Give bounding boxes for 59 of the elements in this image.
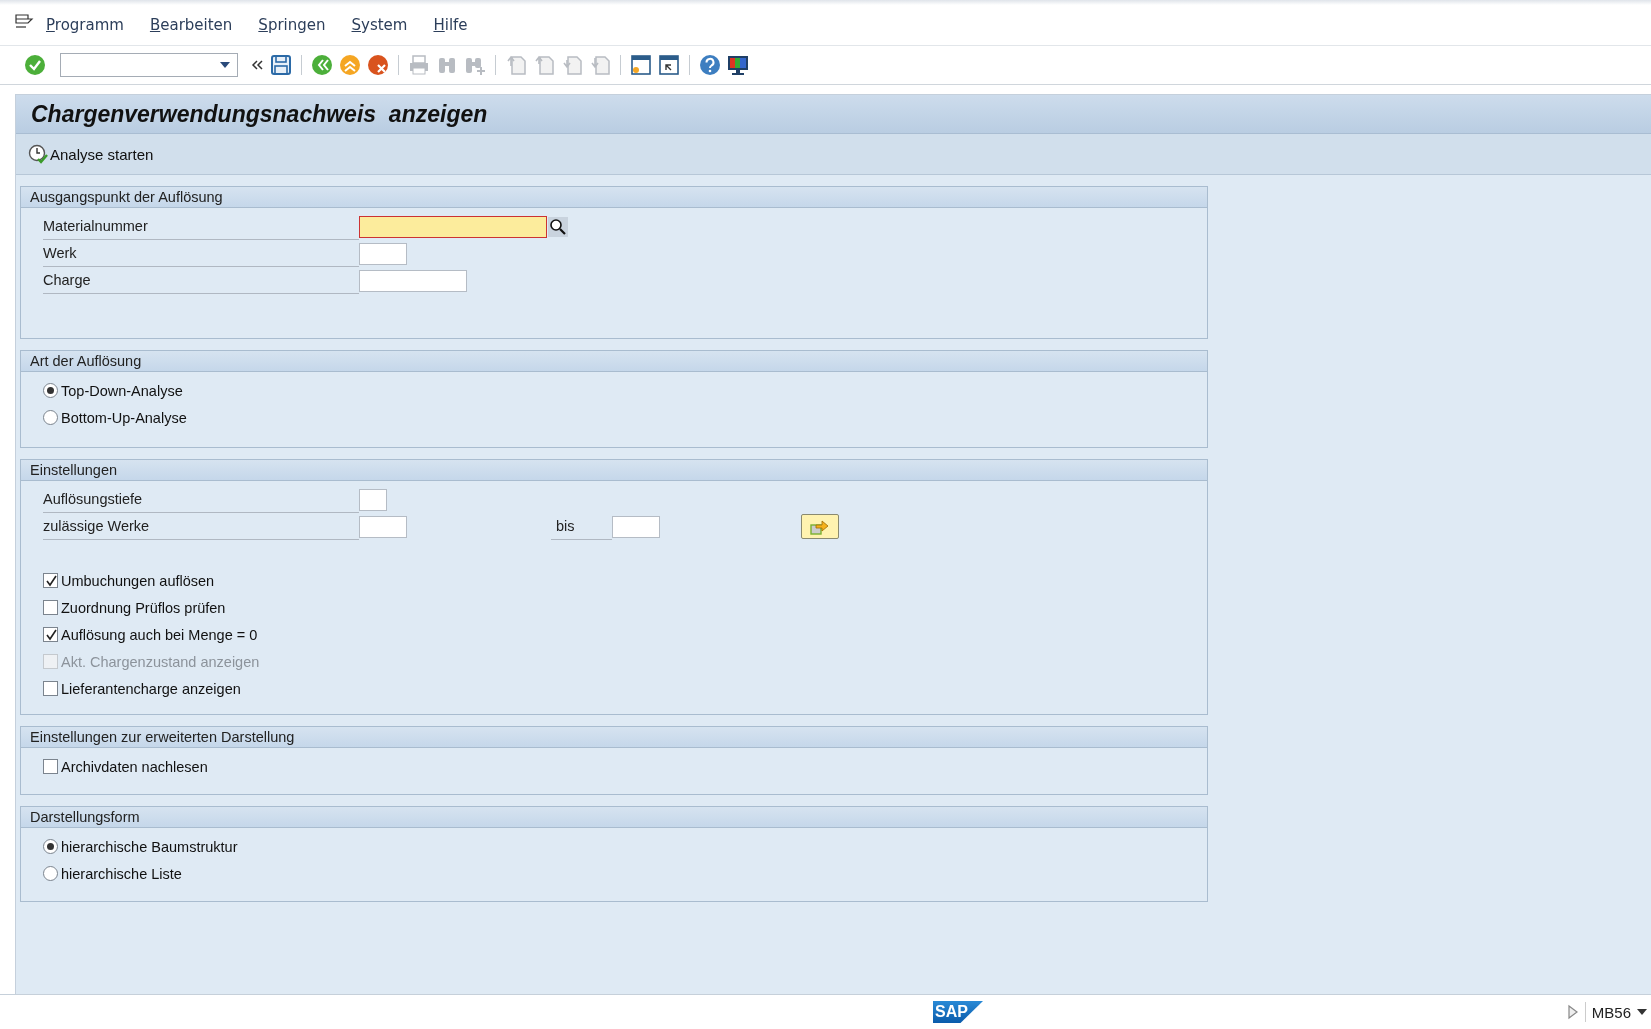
input-field[interactable]	[359, 488, 387, 511]
group-title: Art der Auflösung	[21, 351, 1207, 372]
search-icon[interactable]	[548, 216, 568, 237]
group-title: Einstellungen zur erweiterten Darstellung	[21, 727, 1207, 748]
last-page-icon	[589, 54, 611, 76]
menu-icon[interactable]	[14, 13, 34, 29]
command-field[interactable]	[60, 53, 238, 77]
back-icon[interactable]	[311, 54, 333, 76]
radio-option[interactable]: Top-Down-Analyse	[43, 382, 183, 399]
required-input-field[interactable]	[359, 215, 547, 238]
radio-option[interactable]: hierarchische Baumstruktur	[43, 838, 238, 855]
print-icon	[408, 54, 430, 76]
radio-option[interactable]: hierarchische Liste	[43, 865, 182, 882]
save-icon[interactable]	[270, 54, 292, 76]
group-title: Einstellungen	[21, 460, 1207, 481]
arrow-right-icon	[810, 518, 830, 535]
menu-item[interactable]: Bearbeiten	[149, 16, 233, 34]
clock-check-icon	[28, 144, 48, 164]
multiple-selection-button[interactable]	[801, 514, 839, 539]
checkbox-option[interactable]: Zuordnung Prüflos prüfen	[43, 599, 226, 616]
checkmark-icon	[44, 628, 57, 641]
radio-option[interactable]: Bottom-Up-Analyse	[43, 409, 187, 426]
monitor-icon[interactable]	[727, 54, 749, 76]
input-field[interactable]	[359, 269, 467, 292]
field-label: zulässige Werke	[43, 513, 359, 540]
new-window-icon[interactable]	[630, 54, 652, 76]
checkbox-option[interactable]: Umbuchungen auflösen	[43, 572, 215, 589]
field-label: Charge	[43, 267, 359, 294]
input-field[interactable]	[612, 515, 660, 538]
enter-icon[interactable]	[24, 54, 46, 76]
menu-item[interactable]: Springen	[258, 16, 326, 34]
double-chevron-icon[interactable]	[250, 58, 264, 72]
dropdown-icon[interactable]	[1637, 1008, 1647, 1016]
next-page-icon	[561, 54, 583, 76]
checkmark-icon	[44, 574, 57, 587]
input-field[interactable]	[359, 515, 407, 538]
play-icon[interactable]	[1566, 1004, 1579, 1020]
dropdown-icon[interactable]	[219, 61, 231, 69]
field-label: Auflösungstiefe	[43, 486, 359, 513]
menu-item[interactable]: Hilfe	[433, 16, 468, 34]
field-label: Werk	[43, 240, 359, 267]
field-label: Materialnummer	[43, 213, 359, 240]
group-title: Ausgangspunkt der Auflösung	[21, 187, 1207, 208]
shortcut-window-icon[interactable]	[658, 54, 680, 76]
group-title: Darstellungsform	[21, 807, 1207, 828]
help-icon[interactable]	[699, 54, 721, 76]
checkbox-option[interactable]: Archivdaten nachlesen	[43, 758, 208, 775]
checkbox-option[interactable]: Auflösung auch bei Menge = 0	[43, 626, 258, 643]
cancel-icon[interactable]	[367, 54, 389, 76]
screen-title: Chargenverwendungsnachweis anzeigen	[31, 100, 488, 128]
input-field[interactable]	[359, 242, 407, 265]
menu-item[interactable]: System	[351, 16, 408, 34]
checkbox-option[interactable]: Lieferantencharge anzeigen	[43, 680, 241, 697]
menu-item[interactable]: Programm	[46, 16, 124, 34]
transaction-code[interactable]: MB56	[1591, 1003, 1647, 1021]
analyse-button[interactable]: Analyse starten	[26, 142, 156, 166]
previous-page-icon	[533, 54, 555, 76]
first-page-icon	[505, 54, 527, 76]
sap-logo: SAP	[933, 1001, 983, 1023]
